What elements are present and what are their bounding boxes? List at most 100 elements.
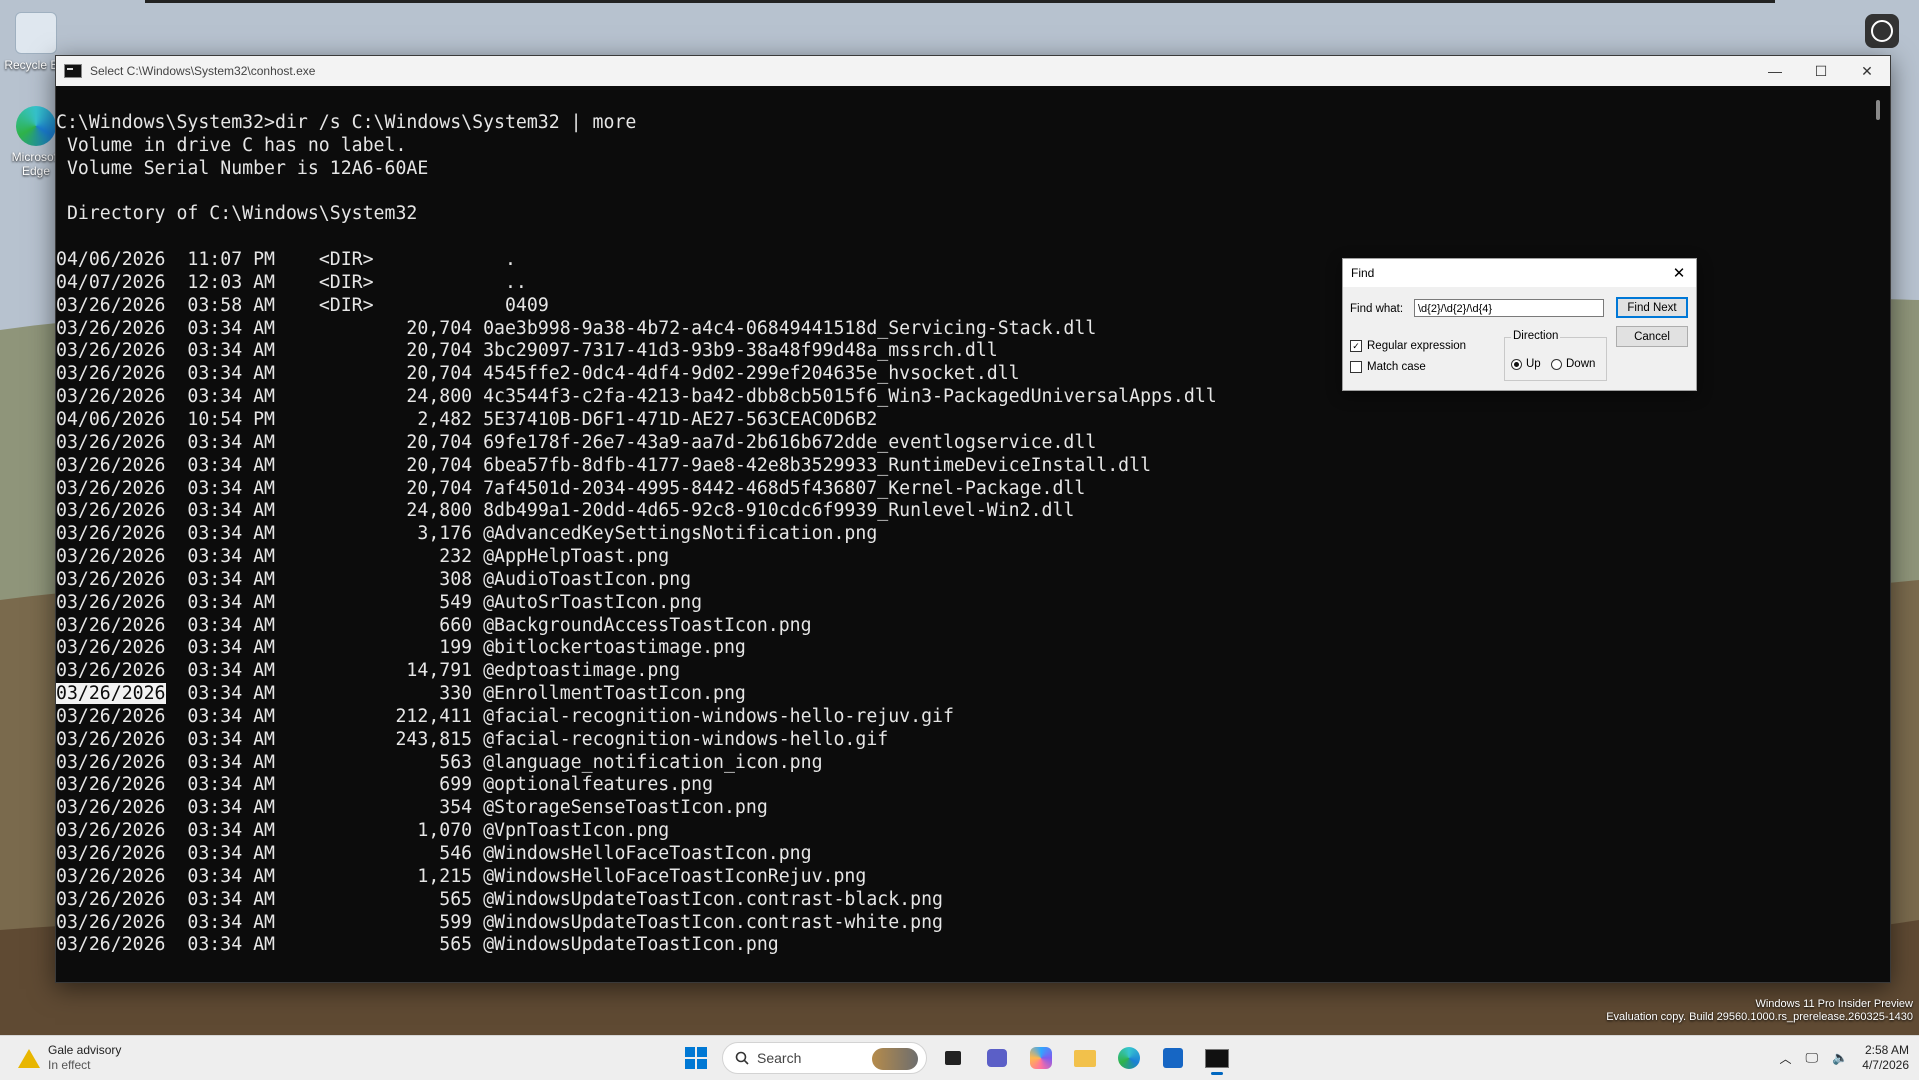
- entry-size: 1,070: [417, 820, 473, 842]
- taskbar-clock[interactable]: 2:58 AM 4/7/2026: [1862, 1043, 1909, 1073]
- watermark-line2: Evaluation copy. Build 29560.1000.rs_pre…: [1606, 1011, 1913, 1023]
- dir-entry-row: 03/26/2026 03:34 AM 20,704 7af4501d-2034…: [56, 478, 1862, 501]
- direction-up-radio[interactable]: Up: [1511, 358, 1541, 370]
- file-explorer-button[interactable]: [1067, 1040, 1103, 1076]
- entry-name: @optionalfeatures.png: [483, 774, 714, 796]
- network-icon[interactable]: 🖵: [1806, 1050, 1819, 1066]
- find-dialog[interactable]: Find ✕ Find what: \d{2}/\d{2}/\d{4} Find…: [1342, 258, 1697, 391]
- find-dialog-titlebar[interactable]: Find: [1343, 259, 1696, 287]
- weather-widget[interactable]: Gale advisory In effect: [18, 1043, 121, 1073]
- entry-date: 03/26/2026: [56, 500, 166, 522]
- entry-date: 03/26/2026: [56, 774, 166, 796]
- entry-date: 03/26/2026: [56, 340, 166, 362]
- entry-name: @WindowsHelloFaceToastIconRejuv.png: [483, 865, 867, 887]
- entry-date: 03/26/2026: [56, 637, 166, 659]
- entry-time: 03:34 AM: [187, 911, 276, 933]
- entry-name: @VpnToastIcon.png: [483, 820, 670, 842]
- entry-name: @WindowsUpdateToastIcon.contrast-white.p…: [483, 911, 943, 933]
- entry-name: 8db499a1-20dd-4d65-92c8-910cdc6f9939_Run…: [483, 500, 1075, 522]
- console-window[interactable]: Select C:\Windows\System32\conhost.exe —…: [55, 55, 1891, 983]
- entry-name: @WindowsUpdateToastIcon.png: [483, 934, 779, 956]
- entry-size: <DIR>: [318, 294, 374, 316]
- cancel-button[interactable]: Cancel: [1616, 326, 1688, 347]
- entry-size: 20,704: [406, 431, 473, 453]
- entry-date: 03/26/2026: [56, 386, 166, 408]
- entry-size: <DIR>: [318, 249, 374, 271]
- watermark-line1: Windows 11 Pro Insider Preview: [1755, 998, 1913, 1010]
- dir-entry-row: 03/26/2026 03:34 AM 330 @EnrollmentToast…: [56, 683, 1862, 706]
- entry-size: 308: [439, 568, 473, 590]
- regex-checkbox-box[interactable]: ✓: [1350, 340, 1362, 352]
- console-header-line: Volume in drive C has no label.: [56, 134, 407, 156]
- chevron-up-icon[interactable]: ︿: [1780, 1050, 1792, 1067]
- entry-name: @WindowsUpdateToastIcon.contrast-black.p…: [483, 888, 943, 910]
- radio-up-dot[interactable]: [1511, 358, 1522, 370]
- dir-entry-row: 03/26/2026 03:34 AM 20,704 6bea57fb-8dfb…: [56, 455, 1862, 478]
- clock-time: 2:58 AM: [1864, 1043, 1909, 1057]
- find-dialog-title: Find: [1351, 266, 1375, 280]
- entry-date: 03/26/2026: [56, 317, 166, 339]
- entry-size: 599: [439, 911, 473, 933]
- entry-time: 03:34 AM: [187, 888, 276, 910]
- direction-down-radio[interactable]: Down: [1551, 358, 1595, 370]
- entry-time: 03:34 AM: [187, 431, 276, 453]
- entry-date: 04/06/2026: [56, 249, 166, 271]
- find-next-button[interactable]: Find Next: [1616, 297, 1688, 318]
- dir-entry-row: 03/26/2026 03:34 AM 354 @StorageSenseToa…: [56, 797, 1862, 820]
- weather-subtitle: In effect: [48, 1058, 91, 1072]
- entry-size: 199: [439, 637, 473, 659]
- match-case-checkbox-box[interactable]: [1350, 361, 1362, 373]
- entry-name: 5E37410B-D6F1-471D-AE27-563CEAC0D6B2: [483, 408, 878, 430]
- console-header-line: Directory of C:\Windows\System32: [56, 203, 418, 225]
- entry-date: 03/26/2026: [56, 363, 166, 385]
- entry-time: 03:34 AM: [187, 797, 276, 819]
- find-what-input[interactable]: \d{2}/\d{2}/\d{4}: [1414, 299, 1604, 317]
- entry-size: 24,800: [406, 500, 473, 522]
- teams-button[interactable]: [979, 1040, 1015, 1076]
- dir-entry-row: 03/26/2026 03:34 AM 1,070 @VpnToastIcon.…: [56, 820, 1862, 843]
- console-scrollbar[interactable]: [1862, 86, 1890, 982]
- task-view-button[interactable]: [935, 1040, 971, 1076]
- console-header-line: Volume Serial Number is 12A6-60AE: [56, 157, 429, 179]
- entry-size: 232: [439, 546, 473, 568]
- entry-time: 03:34 AM: [187, 454, 276, 476]
- entry-size: 20,704: [406, 340, 473, 362]
- entry-size: 20,704: [406, 317, 473, 339]
- console-output[interactable]: C:\Windows\System32>dir /s C:\Windows\Sy…: [56, 86, 1862, 982]
- entry-time: 03:34 AM: [187, 546, 276, 568]
- folder-icon: [1074, 1049, 1096, 1067]
- minimize-button[interactable]: —: [1752, 56, 1798, 86]
- direction-label: Direction: [1511, 330, 1561, 342]
- edge-taskbar-button[interactable]: [1111, 1040, 1147, 1076]
- weather-title: Gale advisory: [48, 1043, 122, 1057]
- dir-entry-row: 03/26/2026 03:34 AM 660 @BackgroundAcces…: [56, 615, 1862, 638]
- entry-date: 03/26/2026: [56, 546, 166, 568]
- scrollbar-thumb[interactable]: [1876, 100, 1880, 120]
- entry-date: 03/26/2026: [56, 797, 166, 819]
- dir-entry-row: 03/26/2026 03:34 AM 599 @WindowsUpdateTo…: [56, 912, 1862, 935]
- entry-name: 7af4501d-2034-4995-8442-468d5f436807_Ker…: [483, 477, 1086, 499]
- start-button[interactable]: [678, 1040, 714, 1076]
- close-button[interactable]: ✕: [1844, 56, 1890, 86]
- maximize-button[interactable]: ☐: [1798, 56, 1844, 86]
- entry-size: 546: [439, 843, 473, 864]
- entry-size: 565: [439, 934, 473, 956]
- dir-entry-row: 03/26/2026 03:34 AM 20,704 69fe178f-26e7…: [56, 432, 1862, 455]
- dir-entry-row: 04/06/2026 10:54 PM 2,482 5E37410B-D6F1-…: [56, 409, 1862, 432]
- regex-checkbox[interactable]: ✓ Regular expression: [1350, 340, 1466, 352]
- entry-name: @AutoSrToastIcon.png: [483, 591, 703, 613]
- window-titlebar[interactable]: Select C:\Windows\System32\conhost.exe —…: [56, 56, 1890, 86]
- taskbar-search[interactable]: Search: [722, 1042, 927, 1074]
- terminal-taskbar-button[interactable]: [1199, 1040, 1235, 1076]
- user-account-icon[interactable]: [1865, 14, 1899, 48]
- terminal-icon: [1205, 1048, 1229, 1068]
- regex-label: Regular expression: [1367, 340, 1467, 352]
- match-case-checkbox[interactable]: Match case: [1350, 361, 1426, 373]
- copilot-button[interactable]: [1023, 1040, 1059, 1076]
- volume-icon[interactable]: 🔈: [1832, 1050, 1848, 1066]
- store-button[interactable]: [1155, 1040, 1191, 1076]
- find-dialog-close-icon[interactable]: ✕: [1668, 262, 1690, 284]
- dir-entry-row: 03/26/2026 03:34 AM 232 @AppHelpToast.pn…: [56, 546, 1862, 569]
- taskbar: Gale advisory In effect Search ︿ 🖵 🔈 2:5…: [0, 1035, 1919, 1080]
- radio-down-dot[interactable]: [1551, 358, 1562, 370]
